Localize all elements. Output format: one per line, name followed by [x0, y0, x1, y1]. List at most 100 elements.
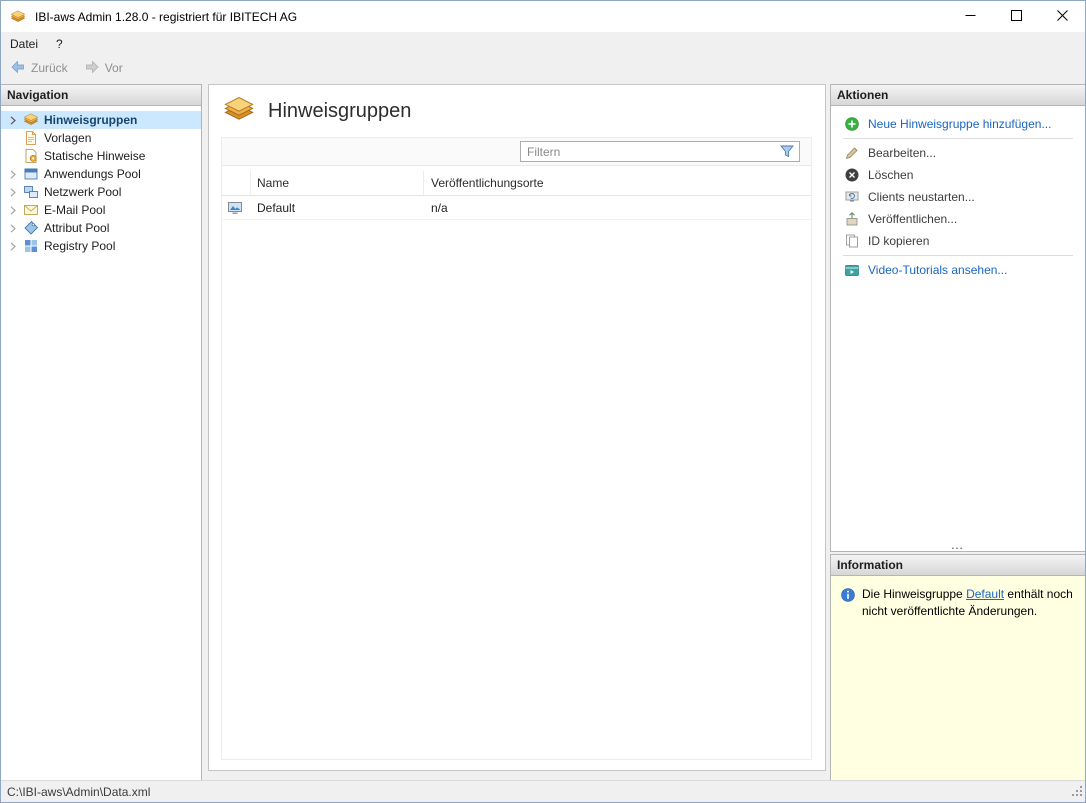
page-title: Hinweisgruppen	[268, 99, 412, 122]
resize-grip[interactable]	[1070, 784, 1083, 800]
cell-veroeffentlichungsorte: n/a	[431, 200, 448, 215]
page-title-icon	[223, 94, 255, 129]
sidebar-item-attribut-pool[interactable]: Attribut Pool	[1, 219, 201, 237]
chevron-right-icon[interactable]	[6, 187, 20, 197]
information-text: Die Hinweisgruppe Default enthält noch n…	[862, 586, 1077, 620]
netzwerk-pool-icon	[23, 184, 39, 200]
actions-overflow-indicator[interactable]: …	[831, 538, 1085, 551]
status-bar: C:\IBI-aws\Admin\Data.xml	[1, 780, 1085, 802]
cell-name: Default	[257, 200, 296, 215]
chevron-right-icon[interactable]	[6, 169, 20, 179]
sidebar-item-statische-hinweise[interactable]: Statische Hinweise	[1, 147, 201, 165]
toolbar: Zurück Vor	[1, 55, 1085, 81]
vorlagen-icon	[23, 130, 39, 146]
menu-item-help[interactable]: ?	[47, 34, 72, 54]
restart-clients-icon	[844, 189, 860, 205]
column-header-icon[interactable]	[222, 171, 250, 195]
close-button[interactable]	[1039, 1, 1085, 32]
page-header: Hinweisgruppen	[209, 85, 825, 137]
statische-hinweise-icon	[23, 148, 39, 164]
sidebar-item-label: Netzwerk Pool	[44, 185, 122, 199]
actions-header: Aktionen	[831, 85, 1085, 106]
navigation-header: Navigation	[1, 85, 201, 106]
filter-icon[interactable]	[775, 145, 799, 158]
actions-separator	[843, 255, 1073, 256]
sidebar-item-netzwerk-pool[interactable]: Netzwerk Pool	[1, 183, 201, 201]
add-icon	[844, 116, 860, 132]
navigation-panel: Navigation Hinweisgruppen Vorlagen Stati…	[1, 84, 202, 781]
sidebar-item-vorlagen[interactable]: Vorlagen	[1, 129, 201, 147]
chevron-right-icon[interactable]	[6, 223, 20, 233]
filter-box	[520, 141, 800, 162]
back-icon	[10, 59, 26, 78]
forward-label: Vor	[104, 61, 123, 75]
info-icon	[840, 587, 856, 608]
main-content-panel: Hinweisgruppen Name Veröffentlichungsort…	[208, 84, 826, 771]
close-icon	[1056, 9, 1068, 24]
chevron-right-icon[interactable]	[6, 205, 20, 215]
actions-panel: Aktionen Neue Hinweisgruppe hinzufügen..…	[830, 84, 1085, 552]
forward-button[interactable]: Vor	[84, 59, 123, 78]
action-delete[interactable]: Löschen	[831, 164, 1085, 186]
app-window: IBI-aws Admin 1.28.0 - registriert für I…	[0, 0, 1086, 803]
navigation-tree: Hinweisgruppen Vorlagen Statische Hinwei…	[1, 106, 201, 255]
action-publish[interactable]: Veröffentlichen...	[831, 208, 1085, 230]
delete-icon	[844, 167, 860, 183]
chevron-right-icon[interactable]	[6, 241, 20, 251]
maximize-button[interactable]	[993, 1, 1039, 32]
publish-icon	[844, 211, 860, 227]
default-group-link[interactable]: Default	[966, 587, 1004, 601]
chevron-right-icon[interactable]	[6, 115, 20, 125]
video-tutorials-icon	[844, 262, 860, 278]
filter-input[interactable]	[521, 143, 775, 160]
sidebar-item-anwendungs-pool[interactable]: Anwendungs Pool	[1, 165, 201, 183]
action-restart-clients[interactable]: Clients neustarten...	[831, 186, 1085, 208]
notice-group-row-icon	[222, 200, 250, 216]
action-label: Veröffentlichen...	[868, 212, 958, 226]
table-row[interactable]: Default n/a	[222, 196, 811, 220]
anwendungs-pool-icon	[23, 166, 39, 182]
action-copy-id[interactable]: ID kopieren	[831, 230, 1085, 252]
action-label: ID kopieren	[868, 234, 930, 248]
back-button[interactable]: Zurück	[10, 59, 68, 78]
window-controls	[947, 1, 1085, 32]
action-label: Bearbeiten...	[868, 146, 937, 160]
sidebar-item-label: E-Mail Pool	[44, 203, 106, 217]
table-header: Name Veröffentlichungsorte	[222, 171, 811, 196]
filter-band	[222, 138, 811, 166]
action-add-notice-group[interactable]: Neue Hinweisgruppe hinzufügen...	[831, 113, 1085, 135]
sidebar-item-label: Registry Pool	[44, 239, 116, 253]
email-pool-icon	[23, 202, 39, 218]
actions-body: Neue Hinweisgruppe hinzufügen... Bearbei…	[831, 106, 1085, 551]
information-panel: Information Die Hinweisgruppe Default en…	[830, 554, 1085, 781]
registry-pool-icon	[23, 238, 39, 254]
sidebar-item-label: Attribut Pool	[44, 221, 110, 235]
edit-icon	[844, 145, 860, 161]
sidebar-item-registry-pool[interactable]: Registry Pool	[1, 237, 201, 255]
action-edit[interactable]: Bearbeiten...	[831, 142, 1085, 164]
hinweisgruppen-icon	[23, 112, 39, 128]
sidebar-item-hinweisgruppen[interactable]: Hinweisgruppen	[1, 111, 201, 129]
sidebar-item-label: Statische Hinweise	[44, 149, 146, 163]
title-bar: IBI-aws Admin 1.28.0 - registriert für I…	[1, 1, 1085, 32]
window-title: IBI-aws Admin 1.28.0 - registriert für I…	[35, 9, 298, 24]
app-icon	[10, 9, 26, 25]
action-video-tutorials[interactable]: Video-Tutorials ansehen...	[831, 259, 1085, 281]
column-header-name[interactable]: Name	[250, 171, 423, 195]
attribut-pool-icon	[23, 220, 39, 236]
forward-icon	[84, 59, 100, 78]
minimize-button[interactable]	[947, 1, 993, 32]
sidebar-item-email-pool[interactable]: E-Mail Pool	[1, 201, 201, 219]
maximize-icon	[1010, 9, 1022, 24]
column-header-veroeffentlichungsorte[interactable]: Veröffentlichungsorte	[423, 171, 811, 195]
status-file-path: C:\IBI-aws\Admin\Data.xml	[7, 784, 151, 799]
action-label: Löschen	[868, 168, 914, 182]
copy-id-icon	[844, 233, 860, 249]
sidebar-item-label: Vorlagen	[44, 131, 92, 145]
actions-separator	[843, 138, 1073, 139]
sidebar-item-label: Hinweisgruppen	[44, 113, 138, 127]
menu-item-datei[interactable]: Datei	[1, 34, 47, 54]
action-label: Neue Hinweisgruppe hinzufügen...	[868, 117, 1052, 131]
menu-bar: Datei ?	[1, 32, 1085, 55]
sidebar-item-label: Anwendungs Pool	[44, 167, 141, 181]
